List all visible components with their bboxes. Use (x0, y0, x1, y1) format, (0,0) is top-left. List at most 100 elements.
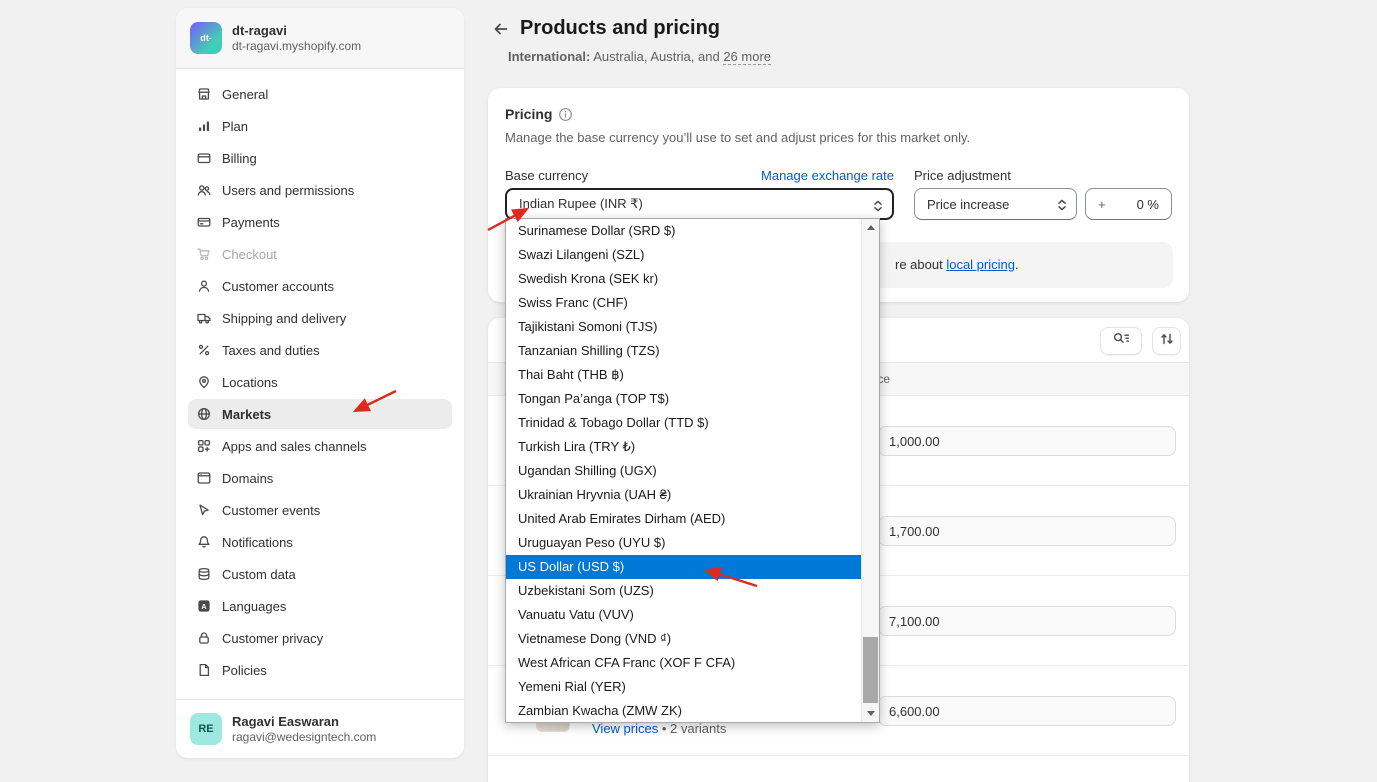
currency-option[interactable]: Swiss Franc (CHF) (506, 291, 861, 315)
sidebar-item-label: Customer events (222, 503, 320, 518)
person-icon (196, 278, 212, 294)
sidebar-item-locations[interactable]: Locations (188, 367, 452, 397)
user-section: RE Ragavi Easwaran ragavi@wedesigntech.c… (176, 699, 464, 758)
currency-option[interactable]: Ugandan Shilling (UGX) (506, 459, 861, 483)
sidebar-item-customer-events[interactable]: Customer events (188, 495, 452, 525)
currency-option[interactable]: Thai Baht (THB ฿) (506, 363, 861, 387)
currency-option[interactable]: Surinamese Dollar (SRD $) (506, 219, 861, 243)
taxes-icon (196, 342, 212, 358)
sidebar-item-label: Apps and sales channels (222, 439, 367, 454)
currency-option[interactable]: Vanuatu Vatu (VUV) (506, 603, 861, 627)
scrollbar-thumb[interactable] (863, 637, 878, 703)
currency-option[interactable]: Ukrainian Hryvnia (UAH ₴) (506, 483, 861, 507)
sort-icon (1159, 331, 1175, 352)
currency-option-selected[interactable]: US Dollar (USD $) (506, 555, 861, 579)
sort-button[interactable] (1152, 327, 1181, 355)
page-title: Products and pricing (520, 17, 720, 40)
more-regions-link[interactable]: 26 more (723, 49, 771, 65)
manage-exchange-rate-link[interactable]: Manage exchange rate (761, 168, 894, 183)
currency-option-list: Surinamese Dollar (SRD $) Swazi Lilangen… (506, 219, 861, 722)
sidebar-item-label: Users and permissions (222, 183, 354, 198)
shipping-icon (196, 310, 212, 326)
price-field[interactable]: 7,100.00 (878, 606, 1176, 636)
sidebar-item-customer-privacy[interactable]: Customer privacy (188, 623, 452, 653)
price-field[interactable]: 1,700.00 (878, 516, 1176, 546)
sidebar-item-taxes-and-duties[interactable]: Taxes and duties (188, 335, 452, 365)
avatar: RE (190, 713, 222, 745)
plan-icon (196, 118, 212, 134)
view-prices-link[interactable]: View prices (592, 721, 658, 736)
currency-option[interactable]: Turkish Lira (TRY ₺) (506, 435, 861, 459)
database-icon (196, 566, 212, 582)
sidebar-item-shipping-and-delivery[interactable]: Shipping and delivery (188, 303, 452, 333)
sidebar-item-domains[interactable]: Domains (188, 463, 452, 493)
price-field[interactable]: 1,000.00 (878, 426, 1176, 456)
sidebar-item-languages[interactable]: A Languages (188, 591, 452, 621)
sidebar-item-plan[interactable]: Plan (188, 111, 452, 141)
back-button[interactable] (492, 21, 510, 42)
local-pricing-link[interactable]: local pricing (946, 257, 1015, 272)
currency-option[interactable]: Yemeni Rial (YER) (506, 675, 861, 699)
sidebar-item-label: Plan (222, 119, 248, 134)
currency-option[interactable]: Vietnamese Dong (VND ₫) (506, 627, 861, 651)
store-header: dt- dt-ragavi dt-ragavi.myshopify.com (176, 8, 464, 69)
sidebar-item-label: Locations (222, 375, 278, 390)
sidebar-item-label: Customer accounts (222, 279, 334, 294)
sidebar-item-users-and-permissions[interactable]: Users and permissions (188, 175, 452, 205)
triangle-down-icon (867, 711, 875, 716)
price-field[interactable]: 6,600.00 (878, 696, 1176, 726)
sidebar-item-label: Languages (222, 599, 286, 614)
bell-icon (196, 534, 212, 550)
markets-icon (196, 406, 212, 422)
percent-prefix: + (1098, 197, 1106, 212)
currency-option[interactable]: Swedish Krona (SEK kr) (506, 267, 861, 291)
store-domain: dt-ragavi.myshopify.com (232, 39, 361, 54)
currency-option[interactable]: West African CFA Franc (XOF F CFA) (506, 651, 861, 675)
currency-option[interactable]: Uruguayan Peso (UYU $) (506, 531, 861, 555)
sidebar-item-apps-and-sales-channels[interactable]: Apps and sales channels (188, 431, 452, 461)
currency-option[interactable]: Tanzanian Shilling (TZS) (506, 339, 861, 363)
sidebar-item-label: Checkout (222, 247, 277, 262)
currency-option[interactable]: Swazi Lilangeni (SZL) (506, 243, 861, 267)
apps-icon (196, 438, 212, 454)
currency-option[interactable]: Uzbekistani Som (UZS) (506, 579, 861, 603)
price-adjustment-value: Price increase (927, 197, 1009, 212)
user-name: Ragavi Easwaran (232, 714, 376, 730)
scroll-up-button[interactable] (862, 219, 879, 236)
banner-text-fragment: re about (895, 257, 946, 272)
users-icon (196, 182, 212, 198)
currency-option[interactable]: Tajikistani Somoni (TJS) (506, 315, 861, 339)
sidebar-item-label: General (222, 87, 268, 102)
scrollbar[interactable] (861, 219, 879, 722)
percent-value: 0 % (1137, 197, 1159, 212)
sidebar-item-label: Markets (222, 407, 271, 422)
chevron-updown-icon (872, 199, 884, 216)
lock-icon (196, 630, 212, 646)
price-adjustment-select[interactable]: Price increase (914, 188, 1077, 220)
store-name: dt-ragavi (232, 23, 361, 39)
sidebar-item-customer-accounts[interactable]: Customer accounts (188, 271, 452, 301)
events-icon (196, 502, 212, 518)
currency-option[interactable]: Zambian Kwacha (ZMW ZK) (506, 699, 861, 722)
sidebar-item-markets[interactable]: Markets (188, 399, 452, 429)
sidebar-item-billing[interactable]: Billing (188, 143, 452, 173)
sidebar-item-payments[interactable]: Payments (188, 207, 452, 237)
sidebar-item-policies[interactable]: Policies (188, 655, 452, 685)
sidebar-item-general[interactable]: General (188, 79, 452, 109)
policies-icon (196, 662, 212, 678)
pricing-card-title: Pricing (505, 106, 552, 122)
currency-option[interactable]: Trinidad & Tobago Dollar (TTD $) (506, 411, 861, 435)
currency-option[interactable]: United Arab Emirates Dirham (AED) (506, 507, 861, 531)
sidebar-item-checkout[interactable]: Checkout (188, 239, 452, 269)
adjustment-percent-input[interactable]: + 0 % (1085, 188, 1172, 220)
base-currency-select[interactable]: Indian Rupee (INR ₹) (505, 188, 894, 220)
currency-option[interactable]: Tongan Pa’anga (TOP T$) (506, 387, 861, 411)
svg-text:A: A (201, 602, 207, 611)
sidebar-item-label: Payments (222, 215, 280, 230)
sidebar-item-notifications[interactable]: Notifications (188, 527, 452, 557)
scroll-down-button[interactable] (862, 705, 879, 722)
breadcrumb: International: Australia, Austria, and 2… (508, 49, 771, 64)
info-icon[interactable] (558, 107, 573, 122)
sidebar-item-custom-data[interactable]: Custom data (188, 559, 452, 589)
search-filter-button[interactable] (1100, 327, 1142, 355)
